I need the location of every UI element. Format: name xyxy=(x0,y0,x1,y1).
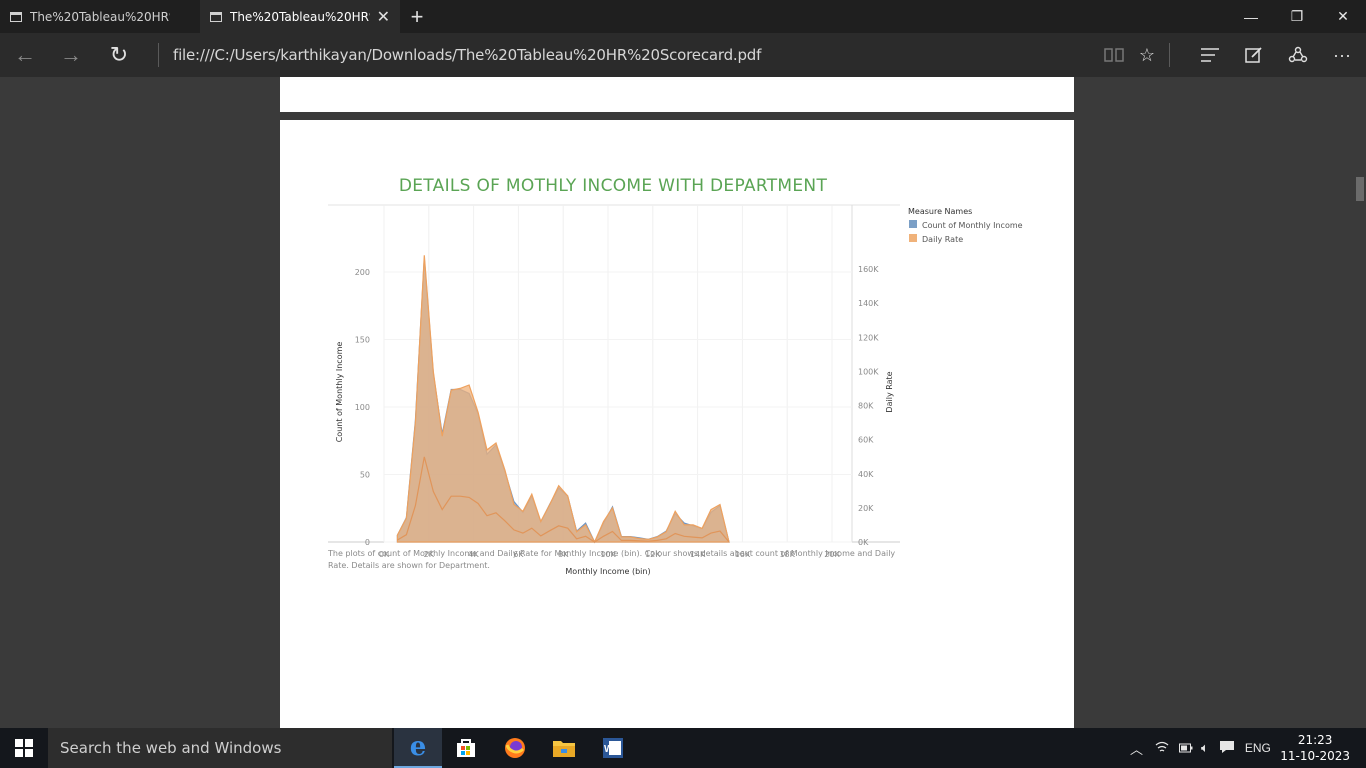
chart-caption: The plots of count of Monthly Income and… xyxy=(328,549,896,570)
page-icon xyxy=(210,11,222,22)
restore-button[interactable]: ❐ xyxy=(1274,0,1320,33)
y2-tick-label: 0K xyxy=(858,538,869,547)
pdf-page: DETAILS OF MOTHLY INCOME WITH DEPARTMENT… xyxy=(280,120,1074,740)
address-bar: ← → ↻ file:///C:/Users/karthikayan/Downl… xyxy=(0,33,1366,77)
action-center-icon[interactable] xyxy=(1219,740,1235,757)
legend-label-count: Count of Monthly Income xyxy=(922,221,1023,230)
chart-title: DETAILS OF MOTHLY INCOME WITH DEPARTMENT xyxy=(398,176,828,196)
y-tick-label: 50 xyxy=(360,471,370,480)
reading-view-icon[interactable] xyxy=(1100,41,1128,69)
firefox-taskbar-icon[interactable] xyxy=(491,728,539,768)
taskbar-search[interactable]: Search the web and Windows xyxy=(48,728,392,768)
tab-title: The%20Tableau%20HR% xyxy=(230,9,370,24)
tab-1[interactable]: The%20Tableau%20HR%20S xyxy=(0,0,200,33)
volume-icon[interactable]: 🔈︎ xyxy=(1201,740,1209,756)
y2-tick-label: 100K xyxy=(858,367,879,376)
legend-title: Measure Names xyxy=(908,207,972,216)
close-window-button[interactable]: ✕ xyxy=(1320,0,1366,33)
system-tray: ︿ 🔈︎ ENG xyxy=(1130,728,1271,768)
date: 11-10-2023 xyxy=(1280,749,1350,763)
svg-text:W: W xyxy=(604,744,614,755)
y2-tick-label: 60K xyxy=(858,436,874,445)
previous-page xyxy=(280,77,1074,112)
divider xyxy=(158,43,159,67)
page-icon xyxy=(10,11,22,22)
pdf-viewer[interactable]: DETAILS OF MOTHLY INCOME WITH DEPARTMENT… xyxy=(0,77,1366,740)
y-tick-label: 0 xyxy=(365,538,370,547)
y2-tick-label: 120K xyxy=(858,333,879,342)
chevron-up-icon[interactable]: ︿ xyxy=(1130,739,1143,758)
language-indicator[interactable]: ENG xyxy=(1245,741,1271,755)
y2-tick-label: 80K xyxy=(858,402,874,411)
web-note-icon[interactable] xyxy=(1240,41,1268,69)
divider xyxy=(1169,43,1170,67)
wifi-icon[interactable] xyxy=(1155,741,1169,756)
more-icon[interactable]: ··· xyxy=(1328,41,1356,69)
y2-tick-label: 20K xyxy=(858,504,874,513)
y2-tick-label: 140K xyxy=(858,299,879,308)
y2-axis-label: Daily Rate xyxy=(885,371,894,412)
favorite-star-icon[interactable]: ☆ xyxy=(1133,41,1161,69)
tab-2-active[interactable]: The%20Tableau%20HR% ✕ xyxy=(200,0,400,33)
windows-start-button[interactable] xyxy=(0,728,48,768)
y-axis-label: Count of Monthly Income xyxy=(335,342,344,443)
tab-title: The%20Tableau%20HR%20S xyxy=(30,9,170,24)
scrollbar[interactable] xyxy=(1354,77,1366,728)
clock[interactable]: 21:23 11-10-2023 xyxy=(1280,732,1350,764)
hub-icon[interactable] xyxy=(1196,41,1224,69)
close-tab-icon[interactable]: ✕ xyxy=(377,7,390,26)
time: 21:23 xyxy=(1297,733,1333,747)
file-explorer-taskbar-icon[interactable] xyxy=(540,728,588,768)
legend-label-daily: Daily Rate xyxy=(922,235,963,244)
url-field[interactable]: file:///C:/Users/karthikayan/Downloads/T… xyxy=(173,46,761,64)
y-tick-label: 100 xyxy=(355,403,370,412)
y-tick-label: 200 xyxy=(355,268,370,277)
word-taskbar-icon[interactable]: W xyxy=(589,728,637,768)
windows-logo-icon xyxy=(15,739,33,757)
store-taskbar-icon[interactable] xyxy=(442,728,490,768)
legend-swatch-daily xyxy=(909,234,917,242)
y2-tick-label: 160K xyxy=(858,265,879,274)
taskbar: Search the web and Windows e W ︿ 🔈︎ ENG … xyxy=(0,728,1366,768)
battery-icon[interactable] xyxy=(1179,741,1193,756)
share-icon[interactable] xyxy=(1284,41,1312,69)
forward-icon[interactable]: → xyxy=(56,41,86,69)
y2-tick-label: 40K xyxy=(858,470,874,479)
y-tick-label: 150 xyxy=(355,336,370,345)
back-icon[interactable]: ← xyxy=(10,41,40,69)
minimize-button[interactable]: — xyxy=(1228,0,1274,33)
scrollbar-thumb[interactable] xyxy=(1356,177,1364,201)
new-tab-button[interactable]: + xyxy=(400,0,434,33)
tab-bar: The%20Tableau%20HR%20S The%20Tableau%20H… xyxy=(0,0,1366,33)
legend-swatch-count xyxy=(909,220,917,228)
edge-taskbar-icon[interactable]: e xyxy=(394,728,442,768)
refresh-icon[interactable]: ↻ xyxy=(104,41,134,69)
